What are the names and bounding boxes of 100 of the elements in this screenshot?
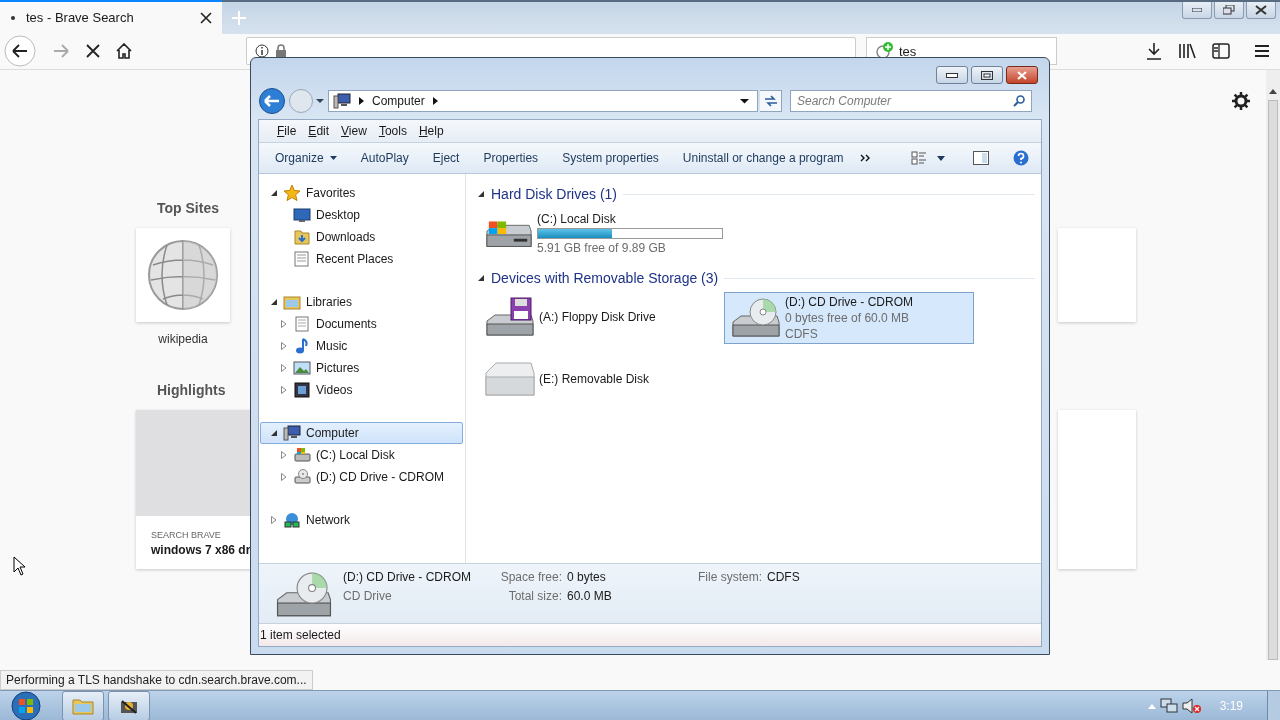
menu-item[interactable]: Tools bbox=[378, 124, 407, 138]
start-button[interactable] bbox=[8, 690, 44, 720]
status-text: Performing a TLS handshake to cdn.search.brave.com... bbox=[0, 670, 313, 690]
drive-info: 5.91 GB free of 9.89 GB bbox=[537, 240, 667, 255]
maximize-button[interactable] bbox=[971, 66, 1003, 84]
cd-drive-icon bbox=[731, 298, 781, 338]
command-button[interactable]: Properties bbox=[475, 147, 547, 169]
detail-label: File system: bbox=[697, 570, 762, 584]
nav-item[interactable]: Pictures bbox=[260, 357, 463, 379]
detail-label: Space free: bbox=[499, 570, 562, 584]
star-icon bbox=[283, 185, 301, 201]
drive-name: (D:) CD Drive - CDROM bbox=[785, 295, 913, 309]
chevron-icon[interactable] bbox=[359, 97, 364, 105]
computer-icon bbox=[283, 425, 301, 441]
search-icon[interactable] bbox=[1013, 95, 1025, 107]
scroll-up-icon[interactable] bbox=[1269, 88, 1277, 94]
more-commands-icon[interactable] bbox=[859, 154, 872, 162]
search-field[interactable]: Search Computer bbox=[790, 90, 1032, 112]
drive-item[interactable]: (D:) CD Drive - CDROM 0 bytes free of 60.0 MB CDFS bbox=[724, 292, 974, 344]
collapse-icon[interactable] bbox=[478, 190, 485, 198]
nav-item[interactable]: Downloads bbox=[260, 226, 463, 248]
detail-type: CD Drive bbox=[343, 589, 393, 603]
network-icon[interactable] bbox=[1159, 697, 1178, 714]
refresh-button[interactable] bbox=[760, 90, 782, 112]
nav-item[interactable]: Documents bbox=[260, 313, 463, 335]
drive-item[interactable]: (C:) Local Disk 5.91 GB free of 9.89 GB bbox=[478, 208, 724, 258]
restore-button[interactable] bbox=[1214, 2, 1244, 19]
nav-item[interactable]: Computer bbox=[260, 422, 463, 444]
expander-icon[interactable] bbox=[270, 298, 278, 306]
group-header[interactable]: Hard Disk Drives (1) bbox=[491, 186, 617, 202]
menu-item[interactable]: View bbox=[341, 124, 367, 138]
menu-item[interactable]: Help bbox=[418, 124, 444, 138]
drive-item[interactable]: (E:) Removable Disk bbox=[478, 354, 724, 404]
library-icon[interactable] bbox=[1178, 43, 1196, 60]
refresh-icon bbox=[763, 95, 778, 107]
site-tile[interactable] bbox=[136, 228, 230, 322]
close-button[interactable] bbox=[1006, 66, 1038, 84]
breadcrumb-item[interactable]: Computer bbox=[372, 94, 425, 108]
site-label[interactable]: wikipedia bbox=[158, 332, 208, 346]
command-button[interactable]: System properties bbox=[554, 147, 667, 169]
back-icon[interactable] bbox=[4, 35, 36, 68]
command-button[interactable]: Uninstall or change a program bbox=[674, 147, 852, 169]
nav-item[interactable]: Videos bbox=[260, 379, 463, 401]
menu-item[interactable]: File bbox=[277, 124, 297, 138]
detail-value: CDFS bbox=[767, 570, 800, 584]
nav-item[interactable]: Desktop bbox=[260, 204, 463, 226]
nav-item[interactable]: Favorites bbox=[260, 182, 463, 204]
minimize-button[interactable] bbox=[936, 66, 968, 84]
drive-name: (E:) Removable Disk bbox=[539, 372, 650, 386]
taskbar-app[interactable] bbox=[108, 690, 150, 720]
document-icon bbox=[293, 316, 311, 332]
pictures-icon bbox=[293, 360, 311, 376]
menu-item[interactable]: Edit bbox=[308, 124, 330, 138]
drive-info: CDFS bbox=[785, 327, 819, 341]
command-button[interactable]: Organize bbox=[267, 147, 345, 169]
hdd-icon bbox=[293, 447, 311, 463]
collapse-icon[interactable] bbox=[478, 274, 485, 282]
video-icon bbox=[293, 382, 311, 398]
menu-icon[interactable] bbox=[1254, 44, 1270, 59]
drive-name: (C:) Local Disk bbox=[537, 211, 617, 226]
close-icon bbox=[1016, 70, 1028, 80]
section-heading: Top Sites bbox=[157, 200, 219, 216]
stop-icon[interactable] bbox=[86, 44, 100, 59]
cd-drive-icon bbox=[275, 572, 333, 618]
drive-info: 0 bytes free of 60.0 MB bbox=[785, 311, 911, 325]
folder-icon bbox=[293, 229, 311, 245]
muted-speaker-icon[interactable] bbox=[1181, 697, 1202, 714]
section-heading: Highlights bbox=[157, 382, 226, 398]
group-header[interactable]: Devices with Removable Storage (3) bbox=[491, 270, 719, 286]
scrollbar[interactable] bbox=[1266, 70, 1280, 660]
caret-icon[interactable] bbox=[937, 155, 945, 161]
nav-item[interactable]: Recent Places bbox=[260, 248, 463, 270]
close-button[interactable] bbox=[1246, 2, 1276, 19]
chevron-icon[interactable] bbox=[432, 97, 438, 105]
expander-icon[interactable] bbox=[270, 189, 278, 197]
help-icon[interactable] bbox=[1013, 150, 1029, 166]
browser-tab[interactable]: tes - Brave Search bbox=[0, 0, 222, 34]
settings-icon[interactable] bbox=[1232, 92, 1250, 110]
expander-icon[interactable] bbox=[270, 429, 278, 437]
dropdown-icon[interactable] bbox=[740, 98, 749, 104]
command-button[interactable]: AutoPlay bbox=[352, 147, 417, 169]
preview-pane-icon[interactable] bbox=[973, 151, 989, 165]
scroll-thumb[interactable] bbox=[1268, 100, 1278, 660]
home-icon[interactable] bbox=[116, 43, 132, 60]
address-bar[interactable]: Computer bbox=[328, 90, 758, 112]
nav-item[interactable]: Libraries bbox=[260, 291, 463, 313]
folder-icon bbox=[72, 696, 94, 715]
floppy-drive-icon bbox=[485, 297, 535, 337]
sidebar-icon[interactable] bbox=[1212, 43, 1230, 60]
history-dropdown-icon[interactable] bbox=[316, 98, 324, 104]
close-icon[interactable] bbox=[200, 11, 212, 24]
back-icon[interactable] bbox=[258, 87, 286, 115]
nav-item[interactable]: Music bbox=[260, 335, 463, 357]
drive-item[interactable]: (A:) Floppy Disk Drive bbox=[478, 292, 724, 342]
command-button[interactable]: Eject bbox=[424, 147, 468, 169]
view-options-icon[interactable] bbox=[911, 151, 927, 165]
lock-icon bbox=[275, 44, 287, 59]
info-icon[interactable] bbox=[255, 44, 269, 59]
library-icon bbox=[283, 294, 301, 310]
download-icon[interactable] bbox=[1146, 42, 1162, 61]
